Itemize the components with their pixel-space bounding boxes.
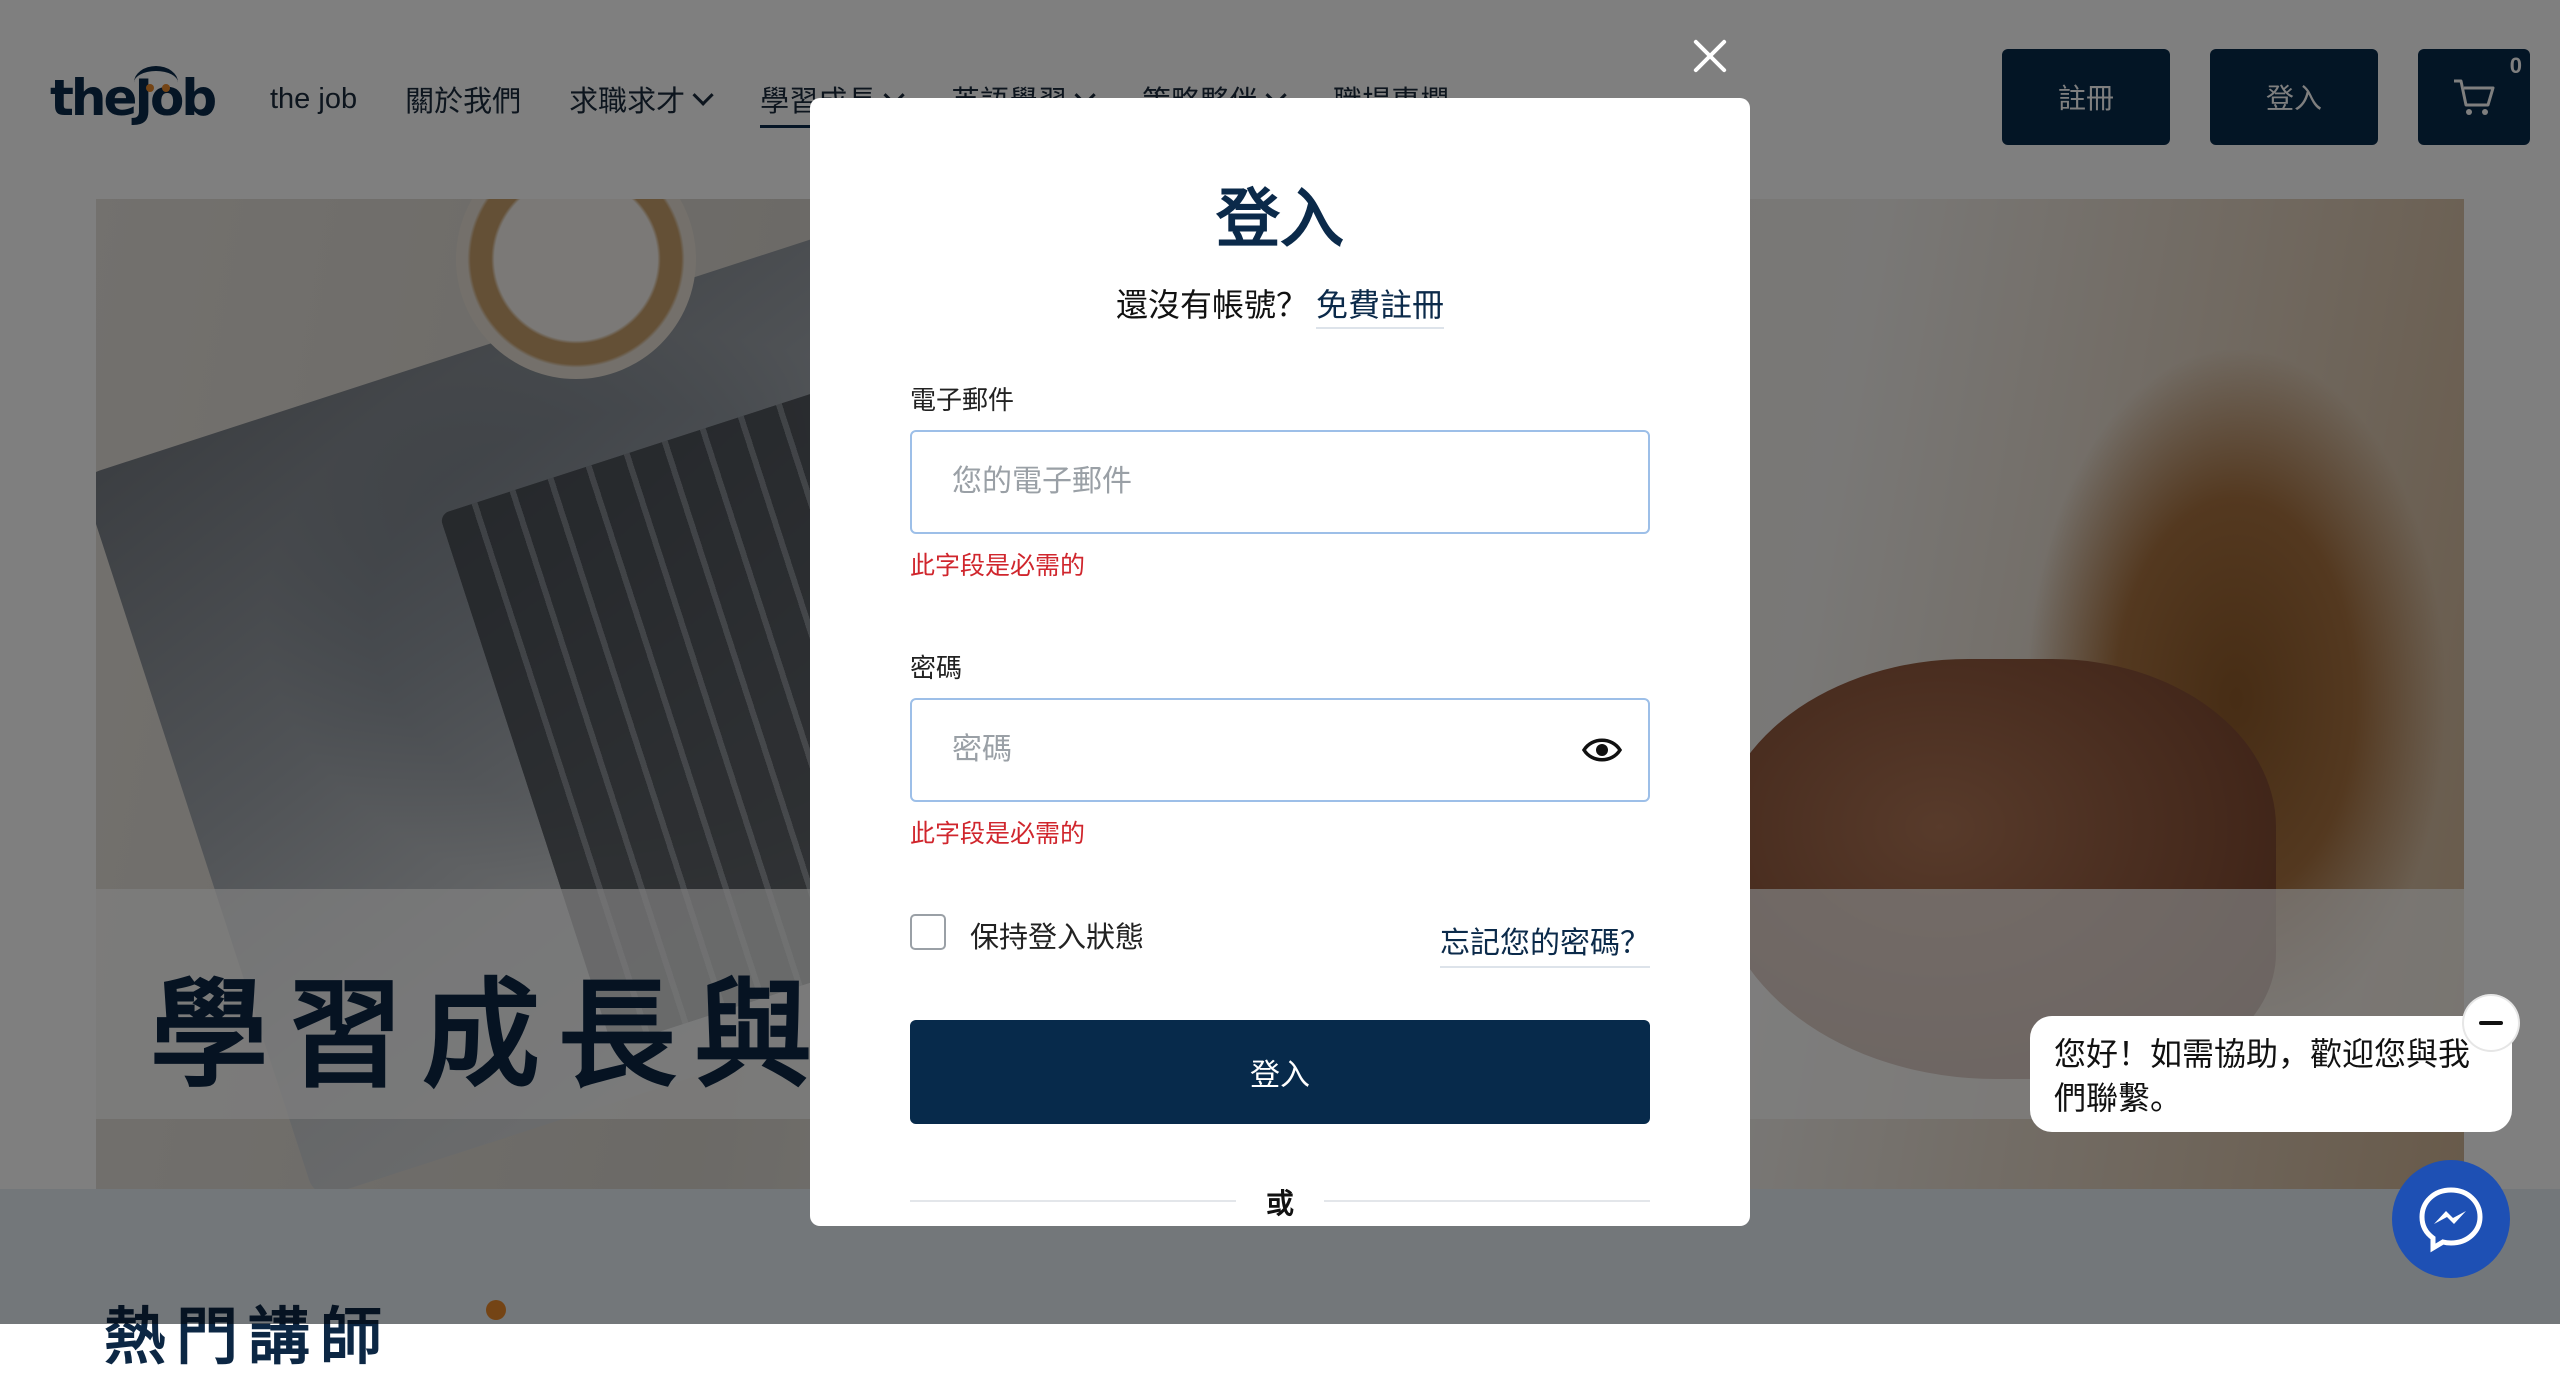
password-field[interactable]	[912, 700, 1648, 800]
email-label: 電子郵件	[910, 385, 1015, 415]
remember-label: 保持登入狀態	[970, 922, 1145, 954]
no-account-text: 還沒有帳號？	[1115, 287, 1308, 323]
messenger-icon	[2419, 1187, 2483, 1253]
close-icon[interactable]	[1690, 36, 1730, 76]
or-separator: 或	[1265, 1188, 1294, 1219]
modal-title: 登入	[1216, 183, 1344, 257]
eye-icon[interactable]	[1582, 734, 1622, 766]
chat-greeting-bubble[interactable]: 您好！如需協助，歡迎您與我們聯繫。	[2030, 1016, 2512, 1132]
login-modal: 登入 還沒有帳號？免費註冊 電子郵件 此字段是必需的 密碼 此字段是必需的 保持…	[810, 98, 1750, 1226]
email-field[interactable]	[912, 432, 1648, 532]
password-label: 密碼	[910, 653, 963, 683]
chat-greeting-text: 您好！如需協助，歡迎您與我們聯繫。	[2054, 1036, 2471, 1116]
password-field-wrapper	[910, 698, 1650, 802]
email-error: 此字段是必需的	[910, 552, 1086, 580]
password-error: 此字段是必需的	[910, 820, 1086, 848]
login-submit-button[interactable]: 登入	[910, 1020, 1650, 1124]
submit-label: 登入	[1250, 1059, 1310, 1092]
register-prompt: 還沒有帳號？ 免費註冊	[810, 280, 1750, 329]
remember-checkbox[interactable]	[910, 914, 946, 950]
free-register-link[interactable]: 免費註冊	[1316, 287, 1445, 329]
forgot-password-link[interactable]: 忘記您的密碼？	[1440, 918, 1650, 968]
messenger-button[interactable]	[2392, 1160, 2510, 1278]
minimize-icon[interactable]	[2464, 996, 2518, 1050]
email-field-wrapper	[910, 430, 1650, 534]
